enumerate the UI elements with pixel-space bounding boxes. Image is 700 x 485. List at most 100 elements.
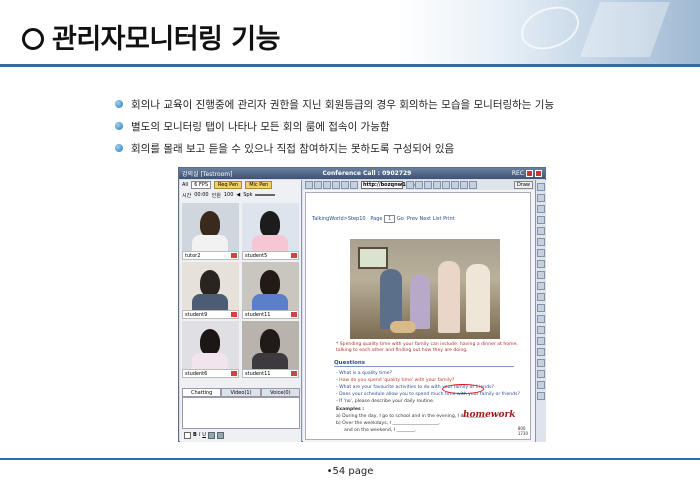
bullet-dot-icon	[115, 122, 123, 130]
breadcrumb: TalkingWorld>Step10	[312, 216, 366, 222]
drawing-tool-icon[interactable]	[537, 216, 545, 224]
example-item: and on the weekend, I ________.	[344, 427, 417, 433]
mic-icon	[291, 371, 297, 376]
header-divider	[0, 64, 700, 67]
video-tile[interactable]: student6	[182, 321, 239, 378]
drawing-tools	[535, 180, 546, 442]
video-tile[interactable]: student11	[242, 321, 299, 378]
tab-chatting[interactable]: Chatting	[182, 388, 222, 397]
chat-log[interactable]	[182, 397, 300, 429]
minimize-button[interactable]	[526, 170, 533, 177]
photo-caption: * Spending quality time with your family…	[336, 342, 518, 354]
nav-icon[interactable]	[341, 181, 349, 189]
url-input[interactable]: http://bozqnw14.n	[361, 181, 415, 189]
bullet-list: 회의나 교육이 진행중에 관리자 권한을 지닌 회원등급의 경우 회의하는 모습…	[115, 94, 554, 160]
req-pen-button[interactable]: Req Pen	[214, 181, 243, 189]
bullet-item: 별도의 모니터링 탭이 나타나 모든 회의 룸에 접속이 가능함	[115, 116, 554, 136]
video-toolbar: All 6 FPS Req Pen Mic Pen	[180, 180, 301, 190]
slide-header: 관리자모니터링 기능	[0, 0, 700, 66]
nav-icon[interactable]	[305, 181, 313, 189]
drawing-tool-icon[interactable]	[537, 271, 545, 279]
tab-video[interactable]: Video(1)	[221, 388, 261, 397]
drawing-tool-icon[interactable]	[537, 392, 545, 400]
underline-button[interactable]: U	[202, 432, 206, 438]
tool-icon[interactable]	[460, 181, 468, 189]
app-window: 강의실 [Testroom] Conference Call : 0902729…	[178, 167, 546, 442]
fps-select[interactable]: 6 FPS	[191, 181, 212, 189]
question-item: - How do you spend 'quality time' with y…	[336, 378, 455, 384]
conference-call-label: Conference Call : 0902729	[322, 170, 412, 177]
page-input[interactable]: 1	[384, 215, 396, 223]
questions-list: - What is a quality time? - How do you s…	[336, 370, 531, 434]
handwritten-annotation: homework	[463, 410, 516, 420]
volume-slider[interactable]	[255, 194, 276, 196]
italic-button[interactable]: I	[199, 432, 200, 438]
bold-button[interactable]: B	[193, 432, 197, 438]
slide-title: 관리자모니터링 기능	[22, 17, 280, 56]
drawing-tool-icon[interactable]	[537, 183, 545, 191]
drawing-tool-icon[interactable]	[537, 370, 545, 378]
emoticon-icon[interactable]	[207, 431, 215, 439]
tool-icon[interactable]	[424, 181, 432, 189]
drawing-tool-icon[interactable]	[537, 194, 545, 202]
drawing-tool-icon[interactable]	[537, 315, 545, 323]
video-tile[interactable]: student11	[242, 262, 299, 319]
questions-divider	[334, 366, 514, 367]
tab-voice[interactable]: Voice(0)	[260, 388, 300, 397]
drawing-tool-icon[interactable]	[537, 293, 545, 301]
bullet-item: 회의를 몰래 보고 듣을 수 있으나 직접 참여하지는 못하도록 구성되어 있음	[115, 138, 554, 158]
mic-icon	[291, 312, 297, 317]
drawing-tool-icon[interactable]	[537, 381, 545, 389]
chat-tabs: Chatting Video(1) Voice(0)	[182, 388, 300, 397]
participant-name: tutor2	[185, 252, 201, 259]
next-button[interactable]: Next	[419, 216, 431, 222]
bullet-item: 회의나 교육이 진행중에 관리자 권한을 지닌 회원등급의 경우 회의하는 모습…	[115, 94, 554, 114]
tool-icon[interactable]	[433, 181, 441, 189]
drawing-tool-icon[interactable]	[537, 326, 545, 334]
nav-icon[interactable]	[350, 181, 358, 189]
time-label: 시간	[182, 192, 192, 199]
tool-icon[interactable]	[469, 181, 477, 189]
annotation-oval	[442, 384, 484, 394]
drawing-tool-icon[interactable]	[537, 359, 545, 367]
all-toggle[interactable]: All	[182, 182, 188, 188]
prev-button[interactable]: Prev	[407, 216, 418, 222]
question-item: - What is a quality time?	[336, 371, 393, 376]
tool-icon[interactable]	[442, 181, 450, 189]
drawing-tool-icon[interactable]	[537, 282, 545, 290]
participant-name: student5	[245, 252, 268, 259]
drawing-tool-icon[interactable]	[537, 205, 545, 213]
video-tile[interactable]: student9	[182, 262, 239, 319]
drawing-tool-icon[interactable]	[537, 249, 545, 257]
doc-navigation: TalkingWorld>Step10 Page 1 Go Prev Next …	[312, 215, 455, 223]
send-icon[interactable]	[216, 431, 224, 439]
mic-icon	[231, 312, 237, 317]
close-button[interactable]	[535, 170, 542, 177]
participant-name: student11	[245, 370, 271, 377]
list-button[interactable]: List	[433, 216, 442, 222]
speaker-icon: ◀	[236, 192, 241, 198]
tool-icon[interactable]	[406, 181, 414, 189]
print-button[interactable]: Print	[443, 216, 455, 222]
drawing-tool-icon[interactable]	[537, 238, 545, 246]
mic-pen-button[interactable]: Mic Pen	[245, 181, 273, 189]
video-tile[interactable]: student5	[242, 203, 299, 260]
go-button[interactable]: Go	[397, 216, 404, 222]
drawing-tool-icon[interactable]	[537, 337, 545, 345]
color-picker[interactable]	[184, 431, 191, 439]
nav-icon[interactable]	[314, 181, 322, 189]
video-tile[interactable]: tutor2	[182, 203, 239, 260]
drawing-tool-icon[interactable]	[537, 304, 545, 312]
drawing-tool-icon[interactable]	[537, 348, 545, 356]
drawing-tool-icon[interactable]	[537, 227, 545, 235]
tool-icon[interactable]	[415, 181, 423, 189]
participant-name: student9	[185, 311, 208, 318]
nav-icon[interactable]	[332, 181, 340, 189]
nav-icon[interactable]	[323, 181, 331, 189]
drawing-tool-icon[interactable]	[537, 260, 545, 268]
footer-divider	[0, 458, 700, 460]
count-value: 100	[223, 192, 234, 198]
app-titlebar: 강의실 [Testroom] Conference Call : 0902729…	[179, 168, 545, 179]
tool-icon[interactable]	[451, 181, 459, 189]
draw-button[interactable]: Draw	[513, 181, 533, 189]
